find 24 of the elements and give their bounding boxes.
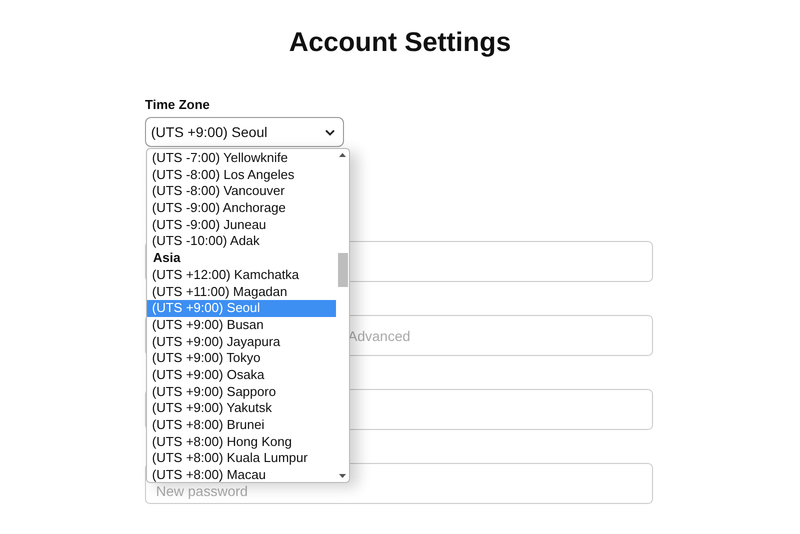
chevron-down-icon bbox=[325, 128, 335, 136]
dropdown-option[interactable]: (UTS +9:00) Jayapura bbox=[147, 334, 336, 350]
dropdown-option[interactable]: (UTS +8:00) Brunei bbox=[147, 417, 336, 434]
dropdown-option[interactable]: (UTS -8:00) Vancouver bbox=[147, 183, 336, 200]
dropdown-option[interactable]: (UTS -10:00) Adak bbox=[147, 233, 336, 250]
dropdown-option[interactable]: (UTS +9:00) Sapporo bbox=[147, 384, 336, 400]
dropdown-option[interactable]: (UTS -7:00) Yellowknife bbox=[147, 150, 336, 167]
dropdown-option[interactable]: (UTS -9:00) Anchorage bbox=[147, 200, 336, 217]
time-zone-select[interactable]: (UTS +9:00) Seoul bbox=[145, 117, 344, 147]
dropdown-option[interactable]: (UTS +11:00) Magadan bbox=[147, 284, 336, 300]
field-label: Time Zone bbox=[145, 97, 211, 113]
dropdown-option[interactable]: (UTS +8:00) Hong Kong bbox=[147, 434, 336, 450]
scroll-down-icon[interactable] bbox=[339, 474, 346, 478]
page-title: Account Settings bbox=[288, 26, 512, 58]
dropdown-option[interactable]: (UTS +9:00) Busan bbox=[147, 316, 336, 334]
dropdown-option[interactable]: (UTS +9:00) Osaka bbox=[147, 366, 336, 384]
dropdown-option[interactable]: (UTS +8:00) Macau bbox=[147, 467, 336, 484]
dropdown-option[interactable]: (UTS -8:00) Los Angeles bbox=[147, 166, 336, 184]
dropdown-option[interactable]: (UTS +12:00) Kamchatka bbox=[147, 266, 336, 284]
option-group-label: Asia bbox=[152, 250, 182, 267]
dropdown-option[interactable]: (UTS +9:00) Yakutsk bbox=[147, 400, 336, 417]
dropdown-option[interactable]: (UTS -9:00) Juneau bbox=[147, 216, 336, 234]
scrollbar-thumb[interactable] bbox=[338, 253, 348, 287]
scroll-up-icon[interactable] bbox=[339, 153, 346, 157]
